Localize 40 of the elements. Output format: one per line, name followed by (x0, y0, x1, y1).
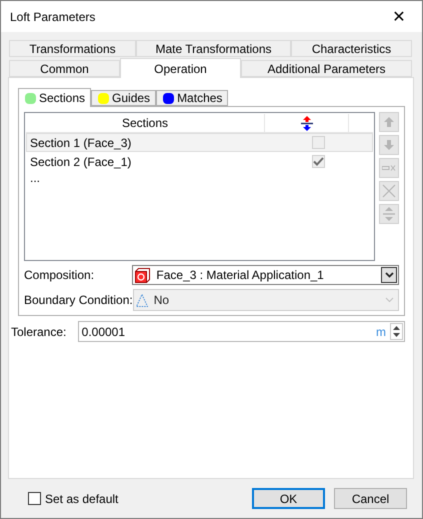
unit-label: m (376, 324, 386, 338)
tab[interactable]: Additional Parameters (241, 60, 412, 77)
tab[interactable]: Operation (120, 58, 241, 78)
field-label: Composition: (24, 268, 96, 282)
chevron-down-icon (384, 297, 394, 303)
dropdown-value: Face_3 : Material Application_1 (156, 268, 325, 282)
column-header: Sections (122, 116, 168, 130)
checkbox[interactable] (28, 492, 41, 505)
triangle-icon (136, 294, 148, 306)
dialog-button[interactable]: OK (252, 488, 325, 509)
composition-dropdown[interactable]: Face_3 : Material Application_1 (132, 265, 399, 285)
arrow-down-icon (384, 140, 394, 150)
tab[interactable]: Transformations (9, 40, 136, 57)
dialog-button[interactable]: Cancel (334, 488, 407, 509)
tab[interactable]: Common (9, 60, 120, 77)
window-title: Loft Parameters (10, 10, 96, 24)
tab[interactable]: Mate Transformations (136, 40, 291, 57)
remove-icon (382, 165, 396, 171)
close-button[interactable]: ✕ (376, 1, 422, 32)
dropdown-value: No (154, 293, 170, 307)
tab[interactable]: Matches (156, 90, 228, 106)
face-icon (135, 268, 150, 282)
chevron-down-icon (384, 272, 394, 278)
field-label: Boundary Condition: (24, 293, 133, 307)
arrow-up-icon (384, 117, 394, 127)
spin-buttons[interactable] (390, 323, 403, 340)
table-cell-text: Section 2 (Face_1) (29, 154, 132, 168)
field-label: Tolerance: (11, 324, 68, 338)
grid-row[interactable]: Section 1 (Face_3) (26, 133, 373, 152)
checkbox-label: Set as default (45, 492, 118, 506)
close-icon (382, 184, 396, 198)
swap-icon (383, 207, 395, 221)
tab[interactable]: Guides (91, 90, 156, 106)
tab[interactable]: Characteristics (291, 40, 412, 57)
tolerance-field[interactable]: 0.00001 m (78, 321, 405, 342)
more-row[interactable]: ... (26, 171, 373, 190)
arrows-up-down-icon (300, 116, 312, 130)
tolerance-input[interactable]: 0.00001 (82, 324, 376, 338)
tab[interactable]: Sections (18, 88, 92, 107)
table-cell-text: Section 1 (Face_3) (29, 136, 132, 150)
